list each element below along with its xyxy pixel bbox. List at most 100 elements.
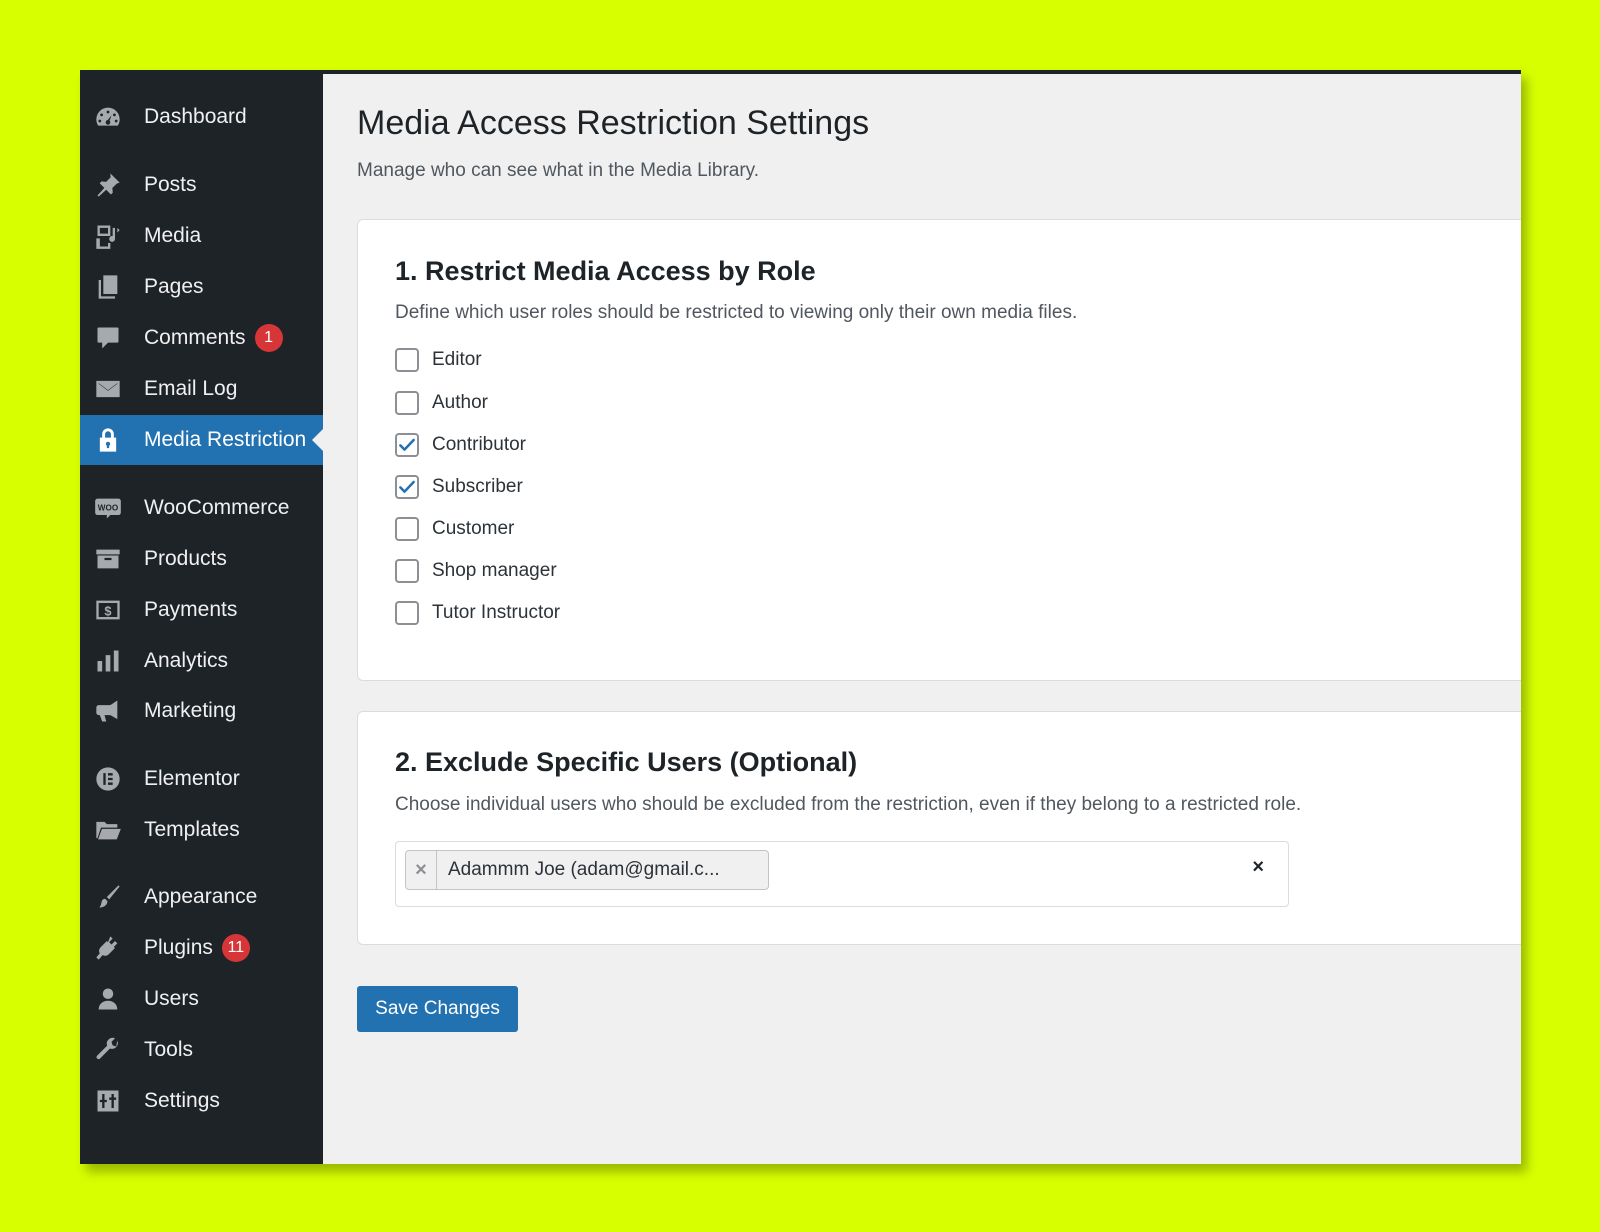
role-checkbox[interactable]	[395, 475, 419, 499]
wrench-icon	[93, 1035, 123, 1065]
sidebar-item-tools[interactable]: Tools	[80, 1025, 323, 1075]
sidebar-item-label: Templates	[144, 818, 240, 841]
lock-icon	[93, 425, 123, 455]
sidebar-item-posts[interactable]: Posts	[80, 160, 323, 210]
sidebar-item-comments[interactable]: Comments 1	[80, 313, 323, 363]
role-option-author[interactable]: Author	[395, 391, 488, 415]
sidebar-item-dashboard[interactable]: Dashboard	[80, 92, 323, 142]
restrict-by-role-card: 1. Restrict Media Access by Role Define …	[357, 219, 1521, 681]
elementor-icon	[93, 764, 123, 794]
sidebar-item-label: Analytics	[144, 649, 229, 672]
sidebar-item-payments[interactable]: $ Payments	[80, 585, 323, 635]
role-checkbox[interactable]	[395, 601, 419, 625]
selected-user-label: Adammm Joe (adam@gmail.c...	[448, 859, 720, 880]
sidebar-item-settings[interactable]: Settings	[80, 1076, 323, 1126]
user-icon	[93, 984, 123, 1014]
sidebar-item-label: Pages	[144, 275, 204, 298]
megaphone-icon	[93, 696, 123, 726]
media-icon	[93, 221, 123, 251]
section-heading: 1. Restrict Media Access by Role	[395, 256, 816, 286]
sidebar-item-woocommerce[interactable]: WOO WooCommerce	[80, 483, 323, 533]
sidebar-item-plugins[interactable]: Plugins 11	[80, 923, 323, 973]
comment-icon	[93, 323, 123, 353]
sidebar-item-label: Marketing	[144, 699, 237, 722]
save-changes-button[interactable]: Save Changes	[357, 986, 518, 1032]
sidebar-item-analytics[interactable]: Analytics	[80, 636, 323, 686]
woocommerce-icon: WOO	[93, 493, 123, 523]
role-checkbox[interactable]	[395, 348, 419, 372]
bar-chart-icon	[93, 646, 123, 676]
checkmark-icon	[399, 480, 415, 493]
section-description: Choose individual users who should be ex…	[395, 794, 1302, 815]
dashboard-icon	[93, 102, 123, 132]
sidebar-item-elementor[interactable]: Elementor	[80, 754, 323, 804]
role-option-editor[interactable]: Editor	[395, 348, 482, 372]
sidebar-item-templates[interactable]: Templates	[80, 805, 323, 855]
selected-user-chip: × Adammm Joe (adam@gmail.c...	[405, 850, 769, 890]
sidebar-item-label: Media	[144, 224, 202, 247]
admin-window: Dashboard Posts Media Pages Comments 1 E…	[80, 70, 1521, 1164]
sidebar-item-label: Settings	[144, 1089, 220, 1112]
main-content: Media Access Restriction Settings Manage…	[323, 74, 1521, 1164]
exclude-users-card: 2. Exclude Specific Users (Optional) Cho…	[357, 711, 1521, 945]
role-option-customer[interactable]: Customer	[395, 517, 514, 541]
role-label: Contributor	[432, 434, 526, 455]
plug-icon	[93, 933, 123, 963]
checkmark-icon	[399, 438, 415, 451]
pages-icon	[93, 272, 123, 302]
sidebar-item-label: Plugins	[144, 936, 213, 959]
admin-sidebar: Dashboard Posts Media Pages Comments 1 E…	[80, 74, 323, 1164]
sidebar-item-label: Payments	[144, 598, 238, 621]
plugins-count-badge: 11	[221, 934, 250, 962]
svg-text:$: $	[104, 603, 111, 618]
exclude-users-select[interactable]: × Adammm Joe (adam@gmail.c... ×	[395, 841, 1289, 907]
remove-user-icon[interactable]: ×	[406, 851, 437, 889]
sidebar-item-label: Users	[144, 987, 199, 1010]
sliders-icon	[93, 1086, 123, 1116]
sidebar-item-label: Appearance	[144, 885, 258, 908]
sidebar-item-label: Dashboard	[144, 105, 247, 128]
pushpin-icon	[93, 170, 123, 200]
sidebar-item-email-log[interactable]: Email Log	[80, 364, 323, 414]
dollar-icon: $	[93, 595, 123, 625]
role-label: Tutor Instructor	[432, 602, 561, 623]
role-label: Editor	[432, 349, 482, 370]
role-label: Shop manager	[432, 560, 557, 581]
role-label: Customer	[432, 518, 515, 539]
role-checkbox[interactable]	[395, 517, 419, 541]
sidebar-item-marketing[interactable]: Marketing	[80, 686, 323, 736]
section-heading: 2. Exclude Specific Users (Optional)	[395, 747, 858, 777]
svg-text:WOO: WOO	[98, 503, 118, 512]
role-label: Subscriber	[432, 476, 523, 497]
sidebar-item-label: Comments	[144, 326, 246, 349]
sidebar-item-label: Elementor	[144, 767, 240, 790]
sidebar-item-media-restriction[interactable]: Media Restriction	[80, 415, 323, 465]
role-checkbox[interactable]	[395, 391, 419, 415]
email-icon	[93, 374, 123, 404]
sidebar-item-label: WooCommerce	[144, 496, 290, 519]
sidebar-item-appearance[interactable]: Appearance	[80, 872, 323, 922]
comments-count-badge: 1	[254, 324, 283, 352]
role-option-subscriber[interactable]: Subscriber	[395, 475, 523, 499]
folder-icon	[93, 815, 123, 845]
archive-box-icon	[93, 544, 123, 574]
role-option-contributor[interactable]: Contributor	[395, 433, 526, 457]
role-label: Author	[432, 392, 488, 413]
section-description: Define which user roles should be restri…	[395, 302, 1078, 323]
sidebar-item-label: Media Restriction	[144, 428, 307, 451]
role-option-shop-manager[interactable]: Shop manager	[395, 559, 557, 583]
role-option-tutor-instructor[interactable]: Tutor Instructor	[395, 601, 560, 625]
page-title: Media Access Restriction Settings	[357, 104, 870, 142]
sidebar-item-pages[interactable]: Pages	[80, 262, 323, 312]
sidebar-item-label: Tools	[144, 1038, 194, 1061]
sidebar-item-products[interactable]: Products	[80, 534, 323, 584]
clear-selection-icon[interactable]: ×	[1252, 856, 1264, 879]
sidebar-item-label: Posts	[144, 173, 197, 196]
role-checkbox[interactable]	[395, 559, 419, 583]
page-description: Manage who can see what in the Media Lib…	[357, 160, 760, 181]
sidebar-item-users[interactable]: Users	[80, 974, 323, 1024]
sidebar-item-label: Email Log	[144, 377, 238, 400]
role-checkbox[interactable]	[395, 433, 419, 457]
sidebar-item-media[interactable]: Media	[80, 211, 323, 261]
sidebar-item-label: Products	[144, 547, 227, 570]
